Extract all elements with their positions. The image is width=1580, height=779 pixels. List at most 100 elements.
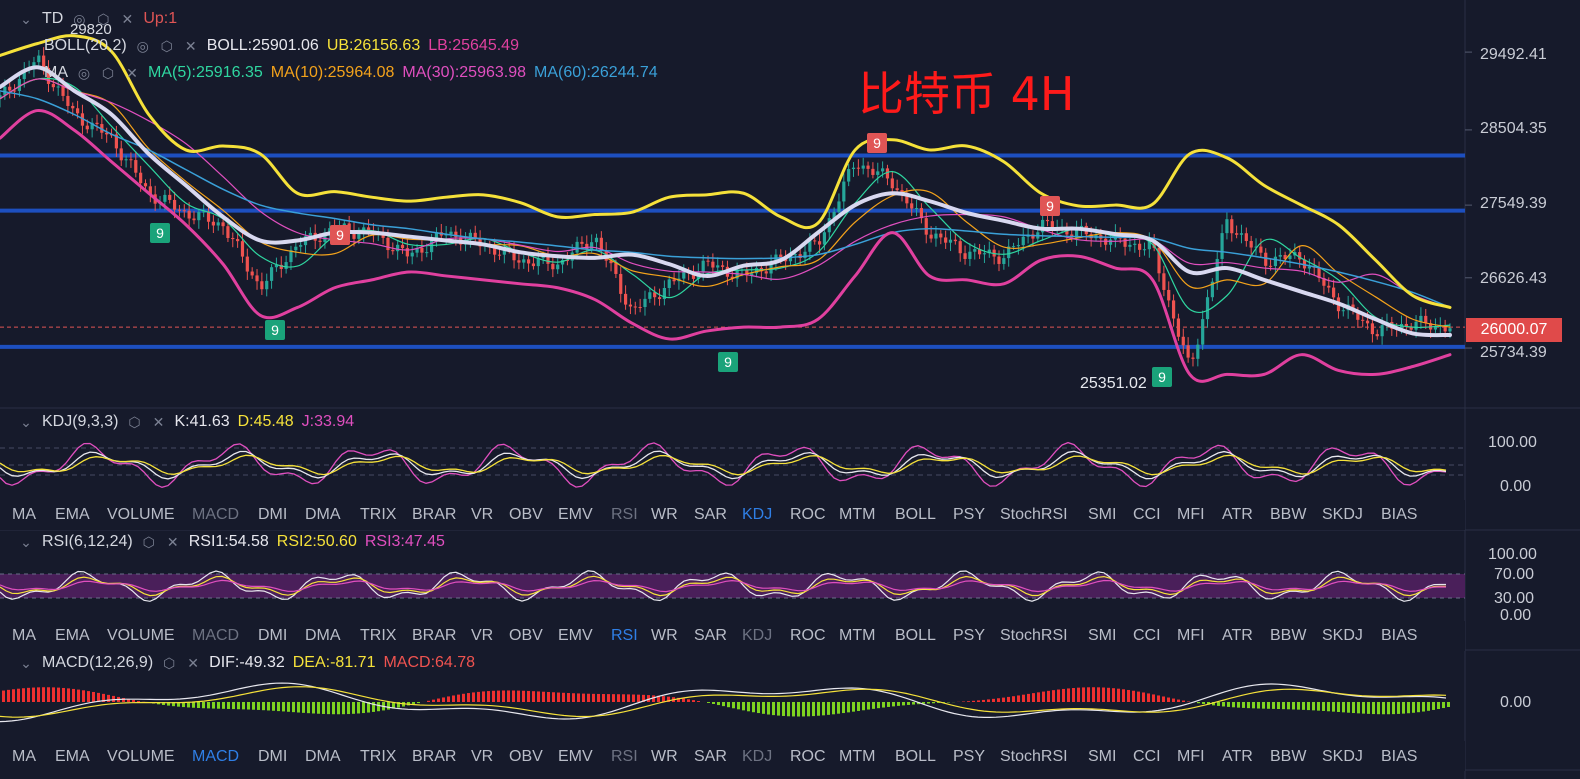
indicator-tab[interactable]: SMI bbox=[1088, 748, 1116, 766]
indicator-tab[interactable]: MFI bbox=[1177, 506, 1205, 524]
indicator-tab[interactable]: BIAS bbox=[1381, 506, 1417, 524]
indicator-tab[interactable]: BOLL bbox=[895, 748, 936, 766]
close-icon[interactable]: ✕ bbox=[183, 38, 199, 54]
indicator-tab[interactable]: MFI bbox=[1177, 748, 1205, 766]
indicator-tab[interactable]: ATR bbox=[1222, 748, 1253, 766]
indicator-tab[interactable]: MTM bbox=[839, 506, 875, 524]
chevron-down-icon[interactable]: ⌄ bbox=[18, 655, 34, 671]
indicator-tab[interactable]: DMA bbox=[305, 627, 341, 645]
indicator-tab[interactable]: BBW bbox=[1270, 506, 1306, 524]
indicator-tab[interactable]: VR bbox=[471, 627, 493, 645]
indicator-tab[interactable]: VOLUME bbox=[107, 506, 175, 524]
indicator-tab[interactable]: RSI bbox=[611, 506, 638, 524]
macd-bar bbox=[557, 692, 560, 702]
indicator-tab[interactable]: DMA bbox=[305, 748, 341, 766]
indicator-tab[interactable]: DMI bbox=[258, 506, 287, 524]
indicator-tab[interactable]: BBW bbox=[1270, 627, 1306, 645]
indicator-tab[interactable]: ATR bbox=[1222, 627, 1253, 645]
indicator-tab[interactable]: KDJ bbox=[742, 627, 772, 645]
indicator-tab[interactable]: DMI bbox=[258, 748, 287, 766]
indicator-tab[interactable]: VOLUME bbox=[107, 748, 175, 766]
macd-bar bbox=[1432, 702, 1435, 710]
indicator-tab[interactable]: OBV bbox=[509, 748, 543, 766]
indicator-tab[interactable]: OBV bbox=[509, 506, 543, 524]
indicator-tab[interactable]: EMA bbox=[55, 748, 90, 766]
indicator-tab[interactable]: WR bbox=[651, 748, 678, 766]
indicator-tab[interactable]: MACD bbox=[192, 506, 239, 524]
indicator-tab[interactable]: VOLUME bbox=[107, 627, 175, 645]
indicator-tab[interactable]: BIAS bbox=[1381, 627, 1417, 645]
indicator-tab[interactable]: SMI bbox=[1088, 506, 1116, 524]
indicator-tab[interactable]: WR bbox=[651, 506, 678, 524]
indicator-tab[interactable]: EMA bbox=[55, 627, 90, 645]
chevron-down-icon[interactable]: ⌄ bbox=[18, 414, 34, 430]
close-icon[interactable]: ✕ bbox=[165, 534, 181, 550]
close-icon[interactable]: ✕ bbox=[185, 655, 201, 671]
indicator-tab[interactable]: CCI bbox=[1133, 627, 1161, 645]
indicator-tab[interactable]: CCI bbox=[1133, 506, 1161, 524]
indicator-tab[interactable]: ROC bbox=[790, 748, 826, 766]
indicator-tab[interactable]: VR bbox=[471, 506, 493, 524]
indicator-tab[interactable]: RSI bbox=[611, 748, 638, 766]
indicator-tab[interactable]: EMV bbox=[558, 506, 593, 524]
close-icon[interactable]: ✕ bbox=[119, 11, 135, 27]
indicator-tab[interactable]: MTM bbox=[839, 748, 875, 766]
indicator-tab[interactable]: PSY bbox=[953, 506, 985, 524]
settings-icon[interactable]: ⬡ bbox=[141, 534, 157, 550]
indicator-tab[interactable]: MA bbox=[12, 748, 36, 766]
indicator-tab[interactable]: VR bbox=[471, 748, 493, 766]
chevron-down-icon[interactable]: ⌄ bbox=[18, 534, 34, 550]
indicator-tab[interactable]: EMV bbox=[558, 627, 593, 645]
indicator-tab[interactable]: BBW bbox=[1270, 748, 1306, 766]
indicator-tab[interactable]: ATR bbox=[1222, 506, 1253, 524]
indicator-tab[interactable]: SAR bbox=[694, 506, 727, 524]
settings-icon[interactable]: ⬡ bbox=[100, 65, 116, 81]
indicator-tab[interactable]: OBV bbox=[509, 627, 543, 645]
indicator-tab[interactable]: PSY bbox=[953, 627, 985, 645]
indicator-tab[interactable]: BOLL bbox=[895, 627, 936, 645]
indicator-tab[interactable]: MACD bbox=[192, 748, 239, 766]
chevron-down-icon[interactable]: ⌄ bbox=[18, 11, 34, 27]
indicator-tab[interactable]: SKDJ bbox=[1322, 506, 1363, 524]
indicator-tab[interactable]: DMA bbox=[305, 506, 341, 524]
eye-icon[interactable]: ◎ bbox=[135, 38, 151, 54]
indicator-tab[interactable]: TRIX bbox=[360, 627, 396, 645]
indicator-tab[interactable]: MFI bbox=[1177, 627, 1205, 645]
indicator-tab[interactable]: CCI bbox=[1133, 748, 1161, 766]
indicator-tab[interactable]: TRIX bbox=[360, 748, 396, 766]
close-icon[interactable]: ✕ bbox=[150, 414, 166, 430]
indicator-tab[interactable]: SMI bbox=[1088, 627, 1116, 645]
indicator-tab[interactable]: MTM bbox=[839, 627, 875, 645]
indicator-tab[interactable]: RSI bbox=[611, 627, 638, 645]
indicator-tab[interactable]: EMA bbox=[55, 506, 90, 524]
indicator-tab[interactable]: StochRSI bbox=[1000, 748, 1068, 766]
indicator-tab[interactable]: StochRSI bbox=[1000, 506, 1068, 524]
indicator-tab[interactable]: ROC bbox=[790, 506, 826, 524]
indicator-tab[interactable]: SAR bbox=[694, 627, 727, 645]
indicator-tab[interactable]: MA bbox=[12, 506, 36, 524]
indicator-tab[interactable]: KDJ bbox=[742, 748, 772, 766]
indicator-tab[interactable]: DMI bbox=[258, 627, 287, 645]
settings-icon[interactable]: ⬡ bbox=[161, 655, 177, 671]
indicator-tab[interactable]: MA bbox=[12, 627, 36, 645]
settings-icon[interactable]: ⬡ bbox=[126, 414, 142, 430]
indicator-tab[interactable]: BIAS bbox=[1381, 748, 1417, 766]
indicator-tab[interactable]: BRAR bbox=[412, 627, 456, 645]
indicator-tab[interactable]: KDJ bbox=[742, 506, 772, 524]
eye-icon[interactable]: ◎ bbox=[76, 65, 92, 81]
indicator-tab[interactable]: MACD bbox=[192, 627, 239, 645]
indicator-tab[interactable]: StochRSI bbox=[1000, 627, 1068, 645]
indicator-tab[interactable]: SKDJ bbox=[1322, 627, 1363, 645]
indicator-tab[interactable]: TRIX bbox=[360, 506, 396, 524]
indicator-tab[interactable]: BRAR bbox=[412, 506, 456, 524]
indicator-tab[interactable]: ROC bbox=[790, 627, 826, 645]
indicator-tab[interactable]: EMV bbox=[558, 748, 593, 766]
close-icon[interactable]: ✕ bbox=[124, 65, 140, 81]
settings-icon[interactable]: ⬡ bbox=[159, 38, 175, 54]
indicator-tab[interactable]: SKDJ bbox=[1322, 748, 1363, 766]
indicator-tab[interactable]: BOLL bbox=[895, 506, 936, 524]
indicator-tab[interactable]: SAR bbox=[694, 748, 727, 766]
indicator-tab[interactable]: BRAR bbox=[412, 748, 456, 766]
indicator-tab[interactable]: PSY bbox=[953, 748, 985, 766]
indicator-tab[interactable]: WR bbox=[651, 627, 678, 645]
